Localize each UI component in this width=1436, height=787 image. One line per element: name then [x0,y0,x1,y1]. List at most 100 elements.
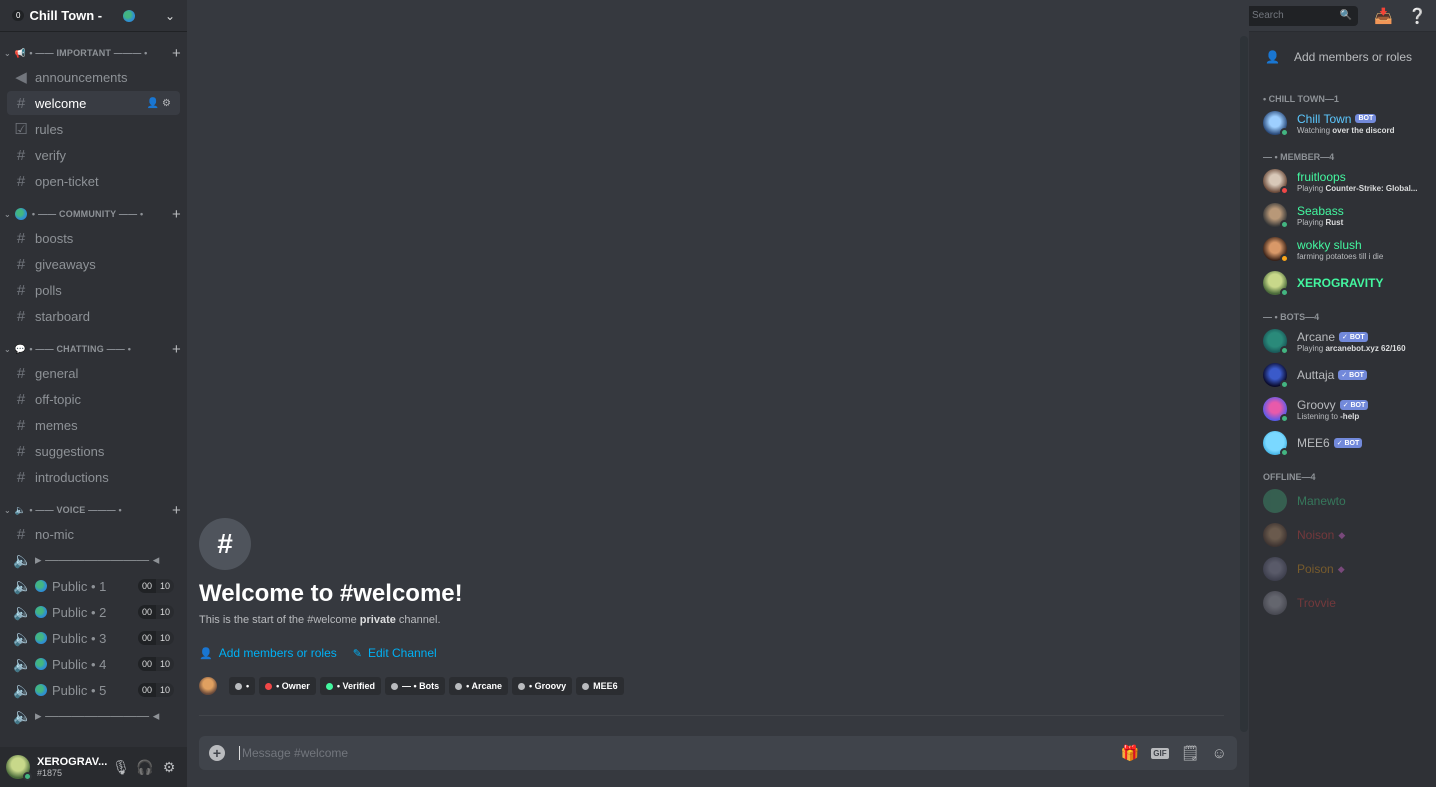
user-info[interactable]: XEROGRAV... #1875 [37,756,109,778]
member-poison[interactable]: Poison ◆ [1249,552,1436,586]
member-name: MEE6 [1297,436,1330,450]
channel-starboard[interactable]: # starboard [7,304,180,328]
channel-suggestions[interactable]: # suggestions [7,439,180,463]
voice-public-4[interactable]: 🔈 Public • 4 00 10 [7,652,180,676]
role-pill[interactable]: • Owner [259,677,316,695]
upload-plus-icon[interactable]: + [209,745,225,761]
role-pill[interactable]: • [229,677,256,695]
add-members-link[interactable]: 👤 Add members or roles [199,646,337,660]
speaker-icon: 🔈 [14,504,27,515]
user-avatar[interactable] [6,755,32,781]
hash-icon: # [16,525,26,543]
headphones-icon[interactable]: 🎧 [133,759,157,776]
hash-icon: # [16,307,26,325]
hash-icon: # [16,364,26,382]
speaker-icon: 🔈 [13,656,32,673]
channel-rules[interactable]: ☑ rules [7,117,180,141]
member-mee6[interactable]: MEE6 ✓ BOT [1249,426,1436,460]
speaker-icon: 🔈 [13,578,32,595]
channel-welcome[interactable]: # welcome 👤⚙ [7,91,180,115]
add-channel-icon[interactable]: + [172,341,181,358]
owner-avatar [199,677,217,695]
member-fruitloops[interactable]: fruitloops Playing Counter-Strike: Globa… [1249,164,1436,198]
category-important[interactable]: ⌄ 📢 • —— IMPORTANT ——— • + [0,42,187,64]
edit-channel-link[interactable]: ✎ Edit Channel [353,646,437,660]
role-pill[interactable]: • Arcane [449,677,508,695]
checkbox-icon: ☑ [14,121,28,138]
channel-name: Public • 4 [52,656,107,672]
channel-general[interactable]: # general [7,361,180,385]
add-channel-icon[interactable]: + [172,45,181,62]
category-voice[interactable]: ⌄ 🔈 • —— VOICE ——— • + [0,499,187,521]
channel-open-ticket[interactable]: # open-ticket [7,169,180,193]
member-seabass[interactable]: Seabass Playing Rust [1249,198,1436,232]
search-input[interactable]: Search 🔍 [1246,5,1358,26]
help-icon[interactable]: ❔ [1408,7,1427,25]
gift-icon[interactable]: 🎁 [1121,744,1140,762]
hash-icon: # [16,390,26,408]
chat-bubble-icon: 💬 [14,343,27,354]
channel-sidebar: 0 Chill Town - ⌄ ⌄ 📢 • —— IMPORTANT ——— … [0,0,187,787]
channel-no-mic[interactable]: # no-mic [7,522,180,546]
microphone-icon[interactable]: 🎙 [109,759,133,776]
role-pill[interactable]: — • Bots [385,677,446,695]
channel-name: Public • 5 [52,682,107,698]
message-input[interactable]: Message #welcome [239,746,1109,760]
sticker-icon[interactable]: 🗒 [1181,744,1200,762]
channel-introductions[interactable]: # introductions [7,465,180,489]
inbox-icon[interactable]: 📥 [1374,7,1393,25]
member-wokky-slush[interactable]: wokky slush farming potatoes till i die [1249,232,1436,266]
voice-public-2[interactable]: 🔈 Public • 2 00 10 [7,600,180,624]
category-community[interactable]: ⌄ • —— COMMUNITY —— • + [0,203,187,225]
member-arcane[interactable]: Arcane ✓ BOT Playing arcanebot.xyz 62/160 [1249,324,1436,358]
role-pill[interactable]: • Groovy [512,677,573,695]
chevron-down-icon[interactable]: ⌄ [165,9,175,23]
status-online-icon [1280,220,1289,229]
status-online-icon [1280,346,1289,355]
emoji-icon[interactable]: ☺ [1212,745,1227,762]
hash-icon: # [16,94,26,112]
voice-separator[interactable]: 🔈 ▸ ———————— ◂ [7,548,180,572]
status-online-icon [1280,288,1289,297]
discord-app: 0 Chill Town - ⌄ ⌄ 📢 • —— IMPORTANT ——— … [0,0,1436,787]
member-auttaja[interactable]: Auttaja ✓ BOT [1249,358,1436,392]
role-pill[interactable]: MEE6 [576,677,624,695]
member-noison[interactable]: Noison ◆ [1249,518,1436,552]
member-xerogravity[interactable]: XEROGRAVITY [1249,266,1436,300]
invite-settings-icons[interactable]: 👤⚙ [147,98,174,109]
add-channel-icon[interactable]: + [172,206,181,223]
channel-list: ⌄ 📢 • —— IMPORTANT ——— • + ◀ announcement… [0,36,187,747]
member-trovvie[interactable]: Trovvie [1249,586,1436,620]
channel-verify[interactable]: # verify [7,143,180,167]
channel-boosts[interactable]: # boosts [7,226,180,250]
gif-button[interactable]: GIF [1151,747,1169,759]
add-members-button[interactable]: 👤 Add members or roles [1249,32,1436,82]
channel-welcome-block: # Welcome to #welcome! This is the start… [199,518,1229,695]
speaker-icon: 🔈 [13,630,32,647]
bot-badge: ✓ BOT [1338,370,1367,380]
voice-public-1[interactable]: 🔈 Public • 1 00 10 [7,574,180,598]
voice-public-5[interactable]: 🔈 Public • 5 00 10 [7,678,180,702]
hash-icon: # [16,229,26,247]
scrollbar[interactable] [1240,36,1248,732]
channel-off-topic[interactable]: # off-topic [7,387,180,411]
member-groovy[interactable]: Groovy ✓ BOT Listening to -help [1249,392,1436,426]
role-pill[interactable]: • Verified [319,677,381,695]
status-online-icon [1280,380,1289,389]
channel-name: Public • 1 [52,578,107,594]
voice-separator[interactable]: 🔈 ▸ ———————— ◂ [7,704,180,728]
add-channel-icon[interactable]: + [172,502,181,519]
speaker-icon: 🔈 [13,682,32,699]
gear-icon[interactable]: ⚙ [157,759,181,776]
speaker-icon: 🔈 [13,552,32,569]
category-chatting[interactable]: ⌄ 💬 • —— CHATTING —— • + [0,338,187,360]
channel-memes[interactable]: # memes [7,413,180,437]
channel-giveaways[interactable]: # giveaways [7,252,180,276]
voice-public-3[interactable]: 🔈 Public • 3 00 10 [7,626,180,650]
member-manewto[interactable]: Manewto [1249,484,1436,518]
member-chilltown[interactable]: Chill Town BOT Watching over the discord [1249,106,1436,140]
avatar [1263,557,1287,581]
server-header[interactable]: 0 Chill Town - ⌄ [0,0,187,32]
channel-polls[interactable]: # polls [7,278,180,302]
channel-announcements[interactable]: ◀ announcements [7,65,180,89]
